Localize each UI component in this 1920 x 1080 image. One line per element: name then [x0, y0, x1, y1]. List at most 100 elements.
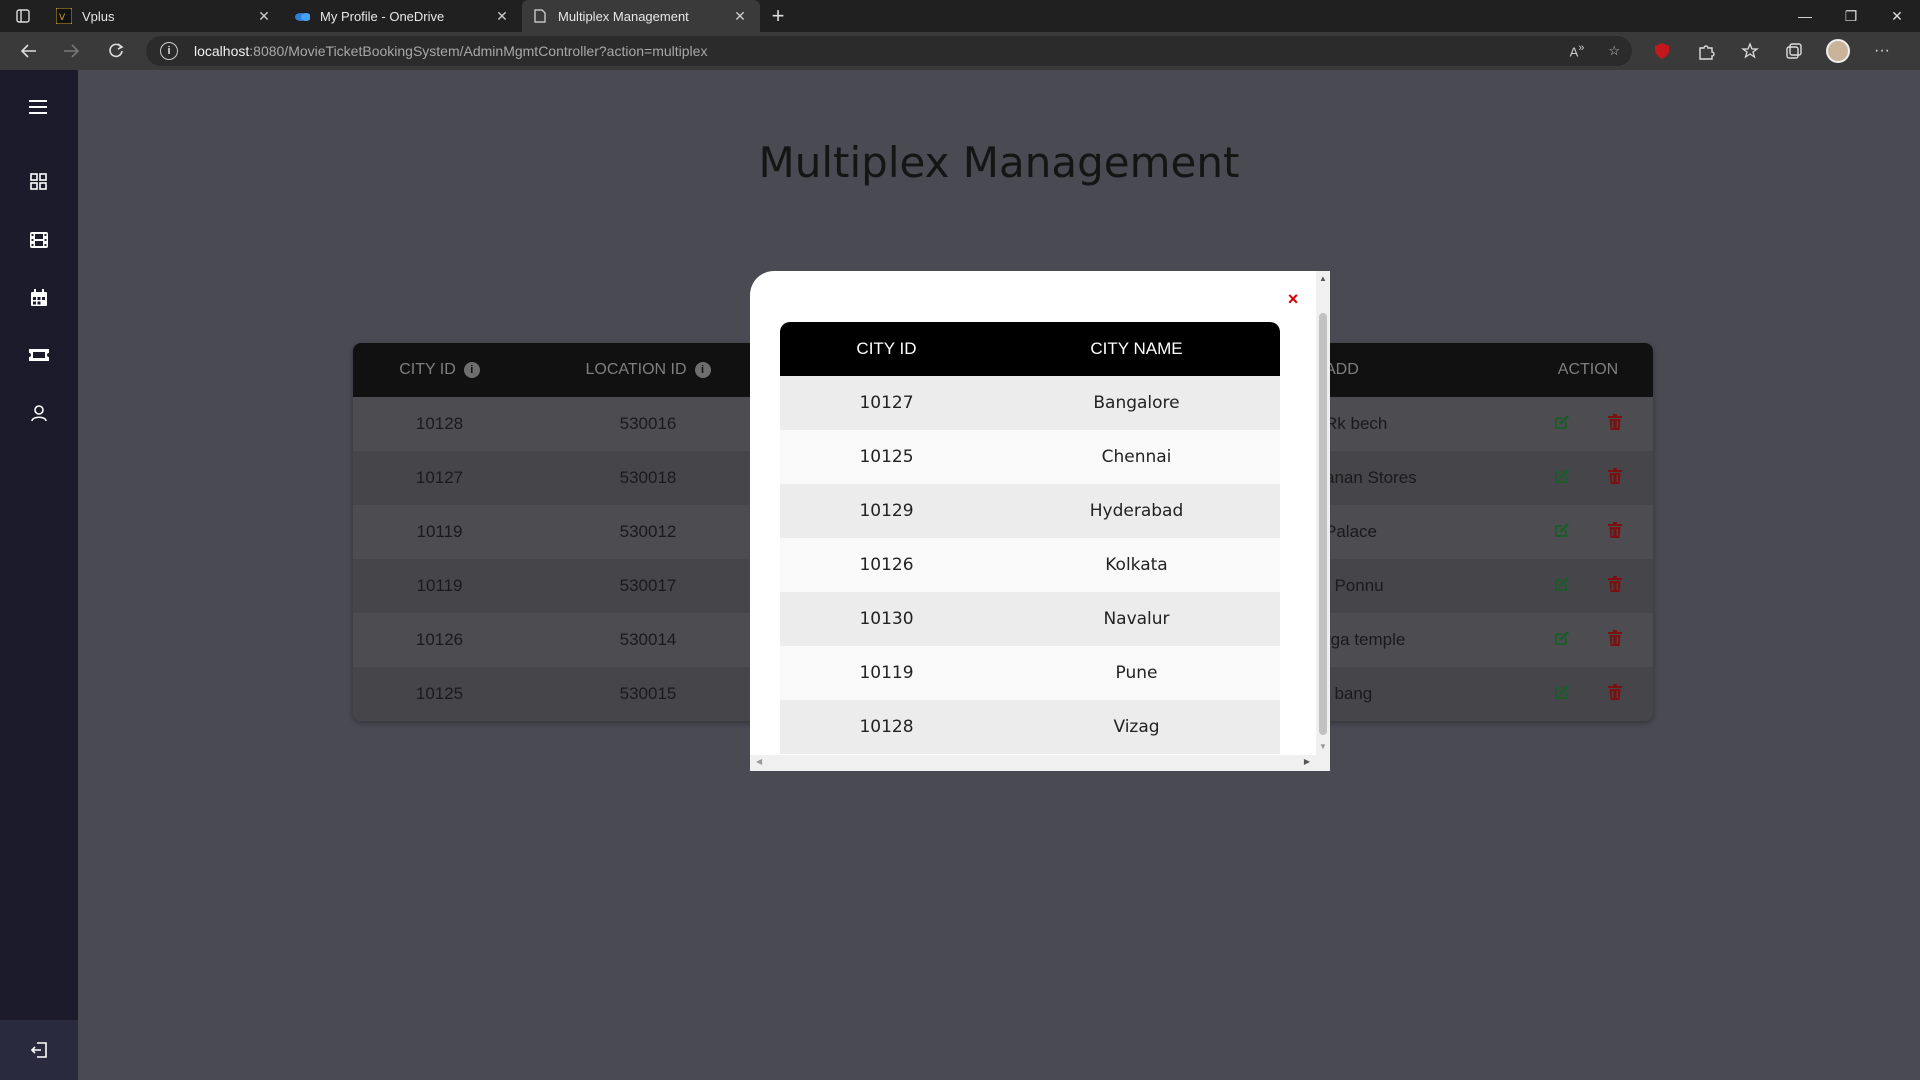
cell-city-name: Navalur: [1103, 609, 1170, 629]
logout-icon[interactable]: [0, 1020, 78, 1080]
cell-city-name: Chennai: [1101, 447, 1172, 467]
delete-icon[interactable]: [1608, 521, 1622, 543]
cell-actions: [1523, 683, 1653, 705]
minimize-icon[interactable]: —: [1782, 0, 1828, 32]
delete-icon[interactable]: [1608, 629, 1622, 651]
cell-location-id: 530018: [619, 468, 677, 487]
new-tab-button[interactable]: +: [760, 0, 796, 32]
scroll-right-icon[interactable]: ▶: [1304, 757, 1310, 766]
cell-actions: [1523, 629, 1653, 651]
app-content: Multiplex Management CITY ID i LOCATION I…: [0, 70, 1920, 1080]
header-city-id: CITY ID: [856, 339, 917, 358]
scroll-left-icon[interactable]: ◀: [756, 757, 762, 766]
dashboard-icon[interactable]: [0, 162, 78, 202]
extension-shield-icon[interactable]: [1640, 32, 1684, 70]
url-path: :8080/MovieTicketBookingSystem/AdminMgmt…: [249, 43, 708, 59]
scroll-up-icon[interactable]: ▲: [1319, 274, 1327, 283]
restore-icon[interactable]: ❐: [1828, 0, 1874, 32]
cell-city-name: Bangalore: [1093, 393, 1180, 413]
tab-actions-button[interactable]: [0, 0, 46, 32]
address-bar[interactable]: i localhost:8080/MovieTicketBookingSyste…: [146, 36, 1632, 66]
edit-icon[interactable]: [1554, 414, 1570, 435]
edit-icon[interactable]: [1554, 522, 1570, 543]
favorites-icon[interactable]: [1728, 32, 1772, 70]
scroll-down-icon[interactable]: ▼: [1319, 742, 1327, 751]
ticket-icon[interactable]: [0, 335, 78, 375]
tab-title: Multiplex Management: [558, 8, 689, 24]
cell-city-id: 10119: [416, 522, 463, 541]
menu-toggle-icon[interactable]: [0, 87, 78, 127]
header-location-id: LOCATION ID i: [568, 361, 728, 379]
cell-city-id: 10130: [859, 609, 914, 629]
cell-city-id: 10126: [859, 555, 914, 575]
city-list-modal: × CITY ID CITY NAME 10127 Bangalore 10125 C…: [750, 271, 1330, 771]
tab-close-icon[interactable]: ✕: [254, 8, 274, 25]
close-window-icon[interactable]: ✕: [1874, 0, 1920, 32]
table-row: 10130 Navalur: [780, 592, 1280, 646]
refresh-icon[interactable]: [94, 32, 138, 70]
cell-address: . Ponnu: [1325, 576, 1384, 595]
edit-icon[interactable]: [1554, 576, 1570, 597]
cell-address: , bang: [1325, 684, 1373, 703]
info-icon[interactable]: i: [463, 362, 480, 378]
site-info-icon[interactable]: i: [160, 42, 178, 60]
cell-location-id: 530017: [619, 576, 677, 595]
delete-icon[interactable]: [1608, 467, 1622, 489]
collections-icon[interactable]: [1772, 32, 1816, 70]
vertical-scrollbar[interactable]: ▲ ▼: [1316, 271, 1330, 755]
edit-icon[interactable]: [1554, 630, 1570, 651]
delete-icon[interactable]: [1608, 575, 1622, 597]
tab-close-icon[interactable]: ✕: [492, 8, 512, 25]
tab-actions-icon: [16, 9, 30, 23]
calendar-icon[interactable]: [0, 278, 78, 318]
edit-icon[interactable]: [1554, 684, 1570, 705]
url-host: localhost: [194, 43, 250, 59]
forward-icon[interactable]: [50, 32, 94, 70]
delete-icon[interactable]: [1608, 413, 1622, 435]
cell-city-id: 10125: [859, 447, 914, 467]
header-city-name: CITY NAME: [1090, 339, 1183, 358]
tab-vplus[interactable]: V Vplus ✕: [46, 0, 284, 32]
header-label: CITY ID: [399, 361, 456, 378]
header-label: LOCATION ID: [585, 361, 687, 378]
horizontal-scrollbar[interactable]: ◀ ▶: [750, 755, 1330, 771]
back-icon[interactable]: [6, 32, 50, 70]
tab-close-icon[interactable]: ✕: [730, 8, 750, 25]
header-action: ACTION: [1557, 361, 1619, 378]
tab-onedrive[interactable]: My Profile - OneDrive ✕: [284, 0, 522, 32]
extensions-icon[interactable]: [1684, 32, 1728, 70]
profile-avatar[interactable]: [1816, 32, 1860, 70]
city-table-header: CITY ID CITY NAME: [780, 322, 1280, 376]
read-aloud-icon[interactable]: A»: [1570, 42, 1585, 59]
close-icon[interactable]: ×: [1281, 287, 1305, 311]
edit-icon[interactable]: [1554, 468, 1570, 489]
cell-city-name: Hyderabad: [1089, 501, 1184, 521]
tab-title: Vplus: [82, 8, 115, 24]
cell-city-id: 10125: [415, 684, 464, 703]
scroll-thumb[interactable]: [1319, 313, 1327, 735]
table-row: 10128 Vizag: [780, 700, 1280, 754]
page-icon: [532, 8, 548, 24]
city-table: CITY ID CITY NAME 10127 Bangalore 10125 Che…: [780, 322, 1280, 754]
browser-tab-bar: V Vplus ✕ My Profile - OneDrive ✕ Multip…: [0, 0, 1920, 32]
cell-address: Palace: [1325, 522, 1377, 541]
tab-multiplex-management[interactable]: Multiplex Management ✕: [522, 0, 760, 32]
cell-location-id: 530012: [619, 522, 677, 541]
favorite-add-icon[interactable]: ☆: [1608, 43, 1620, 59]
header-city-id: CITY ID i: [353, 361, 526, 379]
table-row: 10126 Kolkata: [780, 538, 1280, 592]
more-options-icon[interactable]: ···: [1860, 32, 1904, 70]
cell-actions: [1523, 413, 1653, 435]
movies-film-icon[interactable]: [0, 220, 78, 260]
cell-city-name: Vizag: [1113, 717, 1160, 737]
delete-icon[interactable]: [1608, 683, 1622, 705]
user-icon[interactable]: [0, 393, 78, 433]
vplus-icon: V: [56, 8, 72, 24]
cell-city-id: 10126: [415, 630, 464, 649]
cell-location-id: 530016: [619, 414, 677, 433]
svg-text:V: V: [59, 13, 66, 23]
cell-address: rga temple: [1325, 630, 1406, 649]
info-icon[interactable]: i: [694, 362, 711, 378]
table-row: 10125 Chennai: [780, 430, 1280, 484]
sidebar: [0, 70, 78, 1080]
